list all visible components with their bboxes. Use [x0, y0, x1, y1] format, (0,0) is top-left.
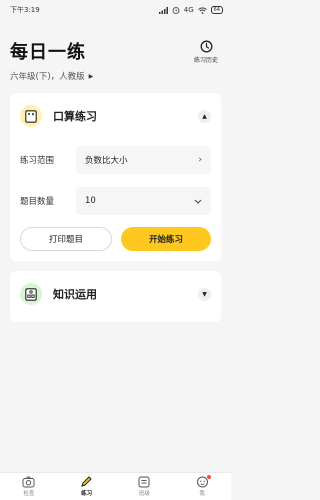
alarm-icon	[172, 7, 180, 14]
network-type: 4G	[183, 6, 194, 14]
status-time: 下午3:19	[10, 6, 40, 14]
notification-dot	[207, 475, 212, 479]
knowledge-title: 知识运用	[53, 288, 97, 301]
history-button[interactable]: 练习历史	[191, 40, 221, 64]
calculator-icon-wrap	[20, 105, 42, 127]
count-dropdown[interactable]: 10	[76, 187, 211, 215]
camera-icon	[22, 476, 35, 488]
calculator-icon	[25, 109, 37, 123]
grade-label: 六年级(下)，人教版	[10, 72, 85, 82]
blocks-icon	[25, 287, 37, 301]
tab-practice-label: 练习	[81, 491, 93, 497]
page-title: 每日一练	[10, 42, 86, 63]
tab-class[interactable]: 班级	[124, 476, 164, 497]
triangle-right-icon: ▶	[88, 72, 94, 80]
knowledge-header[interactable]: 知识运用 ▼	[10, 271, 221, 317]
collapse-button[interactable]: ▲	[198, 109, 211, 123]
print-label: 打印题目	[48, 235, 83, 245]
class-icon	[138, 476, 150, 488]
chevron-down-icon	[194, 199, 202, 204]
tab-class-label: 班级	[138, 491, 150, 497]
oral-practice-card: 口算练习 ▲ 练习范围 负数比大小 › 题目数量 10 打印题目 开始练习	[10, 93, 221, 261]
history-label: 练习历史	[193, 57, 218, 64]
oral-practice-header[interactable]: 口算练习 ▲	[10, 93, 221, 139]
battery-level: 64	[210, 6, 223, 14]
tab-me-label: 我	[199, 491, 205, 497]
page-header: 每日一练 六年级(下)，人教版 ▶ 练习历史	[10, 38, 221, 88]
chevron-right-icon: ›	[198, 155, 202, 165]
tab-me[interactable]: 我	[182, 475, 222, 497]
start-label: 开始练习	[148, 235, 183, 245]
print-button[interactable]: 打印题目	[20, 227, 112, 251]
status-bar: 下午3:19 4G 64	[0, 0, 231, 20]
wifi-icon	[197, 6, 207, 14]
knowledge-icon-wrap	[20, 283, 42, 305]
start-practice-button[interactable]: 开始练习	[121, 227, 211, 251]
tab-check-label: 检查	[23, 491, 35, 497]
range-value: 负数比大小	[85, 156, 128, 166]
clock-icon	[200, 40, 212, 53]
expand-button[interactable]: ▼	[198, 287, 211, 301]
action-buttons: 打印题目 开始练习	[20, 227, 211, 251]
triangle-down-icon: ▼	[202, 290, 207, 298]
pencil-icon	[81, 476, 92, 487]
oral-practice-title: 口算练习	[53, 110, 97, 123]
count-label: 题目数量	[20, 197, 55, 207]
status-icons: 4G 64	[158, 6, 223, 14]
triangle-up-icon: ▲	[202, 112, 207, 120]
signal-icon	[158, 6, 168, 14]
tab-practice[interactable]: 练习	[67, 476, 107, 497]
range-row: 练习范围 负数比大小 ›	[20, 146, 211, 174]
knowledge-card[interactable]: 知识运用 ▼	[10, 271, 221, 322]
range-label: 练习范围	[20, 156, 55, 166]
grade-selector[interactable]: 六年级(下)，人教版 ▶	[10, 70, 221, 82]
bottom-tab-bar: 检查 练习 班级 我	[0, 472, 231, 500]
tab-check[interactable]: 检查	[9, 476, 49, 497]
count-row: 题目数量 10	[20, 187, 211, 215]
count-value: 10	[85, 196, 96, 206]
range-selector[interactable]: 负数比大小 ›	[76, 146, 211, 174]
